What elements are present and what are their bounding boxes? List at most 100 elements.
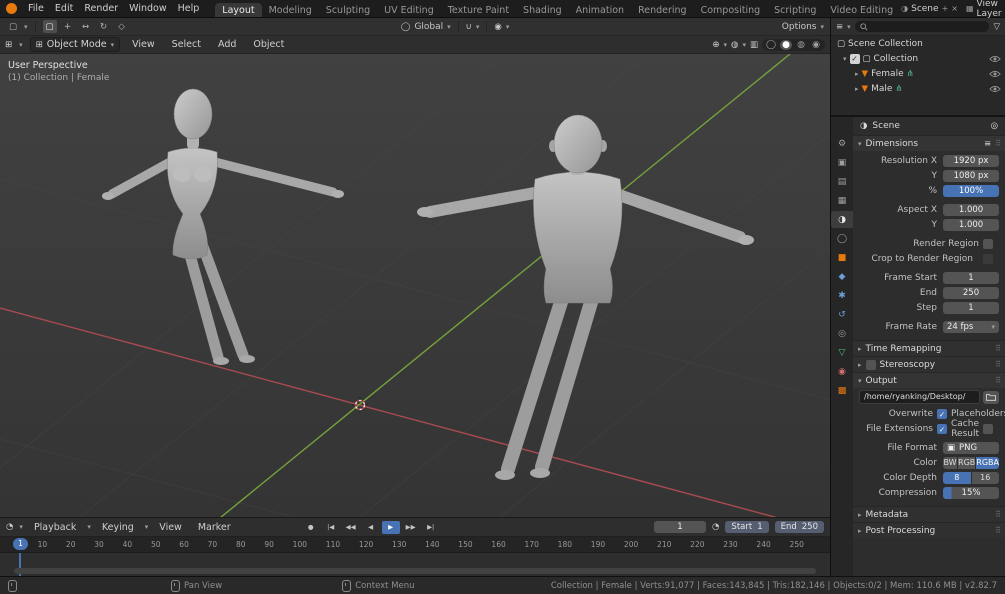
tool-scale-button[interactable]: ◇ [115, 20, 129, 33]
chevron-down-icon[interactable]: ▾ [447, 23, 451, 31]
drag-grip-icon[interactable]: ⠿ [995, 360, 1000, 369]
tab-uv-editing[interactable]: UV Editing [377, 3, 441, 17]
use-preview-range-icon[interactable]: ◔ [712, 522, 719, 532]
frame-start-field[interactable]: Start 1 [725, 521, 768, 533]
resolution-x-field[interactable]: 1920 px [943, 155, 999, 167]
shading-solid-icon[interactable]: ● [780, 40, 792, 50]
section-header-output[interactable]: ▾ Output ⠿ [853, 372, 1005, 388]
viewport-menu-view[interactable]: View [127, 38, 160, 51]
tab-scripting[interactable]: Scripting [767, 3, 823, 17]
color-rgb-button[interactable]: RGB [958, 457, 975, 469]
play-reverse-button[interactable]: ◀ [362, 521, 380, 534]
properties-tab-modifiers[interactable]: ◆ [831, 268, 853, 285]
properties-tab-texture[interactable]: ▩ [831, 382, 853, 399]
editor-type-chevron-icon[interactable]: ▾ [19, 41, 23, 49]
color-bw-button[interactable]: BW [943, 457, 957, 469]
overlays-icon[interactable]: ◍ [731, 40, 738, 50]
outliner-row-male[interactable]: ▸ ▼ Male ⋔ [831, 81, 1005, 96]
properties-tab-world[interactable]: ◯ [831, 230, 853, 247]
jump-to-end-button[interactable]: ▶| [422, 521, 440, 534]
menu-file[interactable]: File [23, 2, 49, 15]
male-visibility-eye-icon[interactable] [989, 85, 1001, 93]
compression-slider[interactable]: 15% [943, 487, 999, 499]
timeline-ruler[interactable]: 1 11020304050607080901001101201301401501… [0, 537, 830, 553]
frame-end-field[interactable]: End 250 [775, 521, 824, 533]
outliner-row-female[interactable]: ▸ ▼ Female ⋔ [831, 66, 1005, 81]
frame-end-prop-field[interactable]: 250 [943, 287, 999, 299]
properties-tab-render[interactable]: ▣ [831, 154, 853, 171]
file-extensions-checkbox[interactable]: ✓ [937, 424, 947, 434]
timeline-menu-view[interactable]: View [154, 521, 187, 534]
male-expand-icon[interactable]: ▸ [855, 85, 859, 93]
outliner-editor-chevron-icon[interactable]: ▾ [847, 23, 851, 31]
active-tool-dropdown-icon[interactable]: ▾ [24, 23, 28, 31]
tab-sculpting[interactable]: Sculpting [319, 3, 377, 17]
output-path-field[interactable]: /home/ryanking/Desktop/ [859, 390, 980, 404]
tool-select-box-button[interactable]: ▢ [43, 20, 57, 33]
frame-rate-dropdown[interactable]: 24 fps ▾ [943, 321, 999, 333]
collection-expand-icon[interactable]: ▾ [843, 55, 847, 63]
properties-tab-constraints[interactable]: ◎ [831, 325, 853, 342]
tool-rotate-button[interactable]: ↻ [97, 20, 111, 33]
proportional-dropdown-icon[interactable]: ▾ [506, 23, 510, 31]
filter-funnel-icon[interactable]: ▽ [993, 22, 1000, 32]
pin-icon[interactable]: ◎ [991, 121, 998, 131]
previous-keyframe-button[interactable]: ◀◀ [342, 521, 360, 534]
view-layer-selector[interactable]: ▦ View Layer + [966, 0, 1005, 19]
current-frame-field[interactable]: 1 [654, 521, 706, 533]
section-header-time-remapping[interactable]: ▸ Time Remapping ⠿ [853, 340, 1005, 356]
depth-16-button[interactable]: 16 [972, 472, 1000, 484]
drag-grip-icon[interactable]: ⠿ [995, 510, 1000, 519]
drag-grip-icon[interactable]: ⠿ [995, 344, 1000, 353]
drag-grip-icon[interactable]: ⠿ [995, 139, 1000, 148]
properties-tab-view-layer[interactable]: ▦ [831, 192, 853, 209]
cache-result-checkbox[interactable] [983, 424, 993, 434]
tab-layout[interactable]: Layout [215, 3, 261, 17]
active-tool-icon[interactable]: ▢ [6, 20, 20, 33]
shading-rendered-icon[interactable]: ◉ [810, 40, 822, 50]
properties-tab-object-data[interactable]: ▽ [831, 344, 853, 361]
unlink-scene-icon[interactable]: × [951, 4, 958, 13]
stereoscopy-checkbox[interactable] [866, 360, 876, 370]
next-keyframe-button[interactable]: ▶▶ [402, 521, 420, 534]
gizmo-icon[interactable]: ⊕ [712, 40, 719, 50]
properties-tab-physics[interactable]: ↺ [831, 306, 853, 323]
female-expand-icon[interactable]: ▸ [855, 70, 859, 78]
new-scene-icon[interactable]: + [942, 4, 949, 13]
timeline-menu-playback[interactable]: Playback [29, 521, 81, 534]
properties-tab-output[interactable]: ▤ [831, 173, 853, 190]
properties-tab-particles[interactable]: ✱ [831, 287, 853, 304]
snap-magnet-icon[interactable]: ∪ [466, 22, 472, 32]
tab-shading[interactable]: Shading [516, 3, 569, 17]
overwrite-checkbox[interactable]: ✓ [937, 409, 947, 419]
viewport-menu-object[interactable]: Object [248, 38, 289, 51]
timeline-menu-marker[interactable]: Marker [193, 521, 236, 534]
xray-toggle-icon[interactable]: ▥ [750, 40, 758, 50]
resolution-percent-slider[interactable]: 100% [943, 185, 999, 197]
menu-help[interactable]: Help [173, 2, 205, 15]
menu-edit[interactable]: Edit [50, 2, 78, 15]
shading-wireframe-icon[interactable]: ◯ [765, 40, 777, 50]
timeline-menu-keying[interactable]: Keying [97, 521, 139, 534]
properties-tab-material[interactable]: ◉ [831, 363, 853, 380]
metadata-collapse-icon[interactable]: ▸ [858, 511, 862, 519]
outliner-search-input[interactable] [855, 21, 990, 32]
section-header-metadata[interactable]: ▸ Metadata ⠿ [853, 506, 1005, 522]
tool-move-button[interactable]: ↔ [79, 20, 93, 33]
mode-dropdown[interactable]: ⊞ Object Mode ▾ [30, 37, 120, 52]
frame-start-prop-field[interactable]: 1 [943, 272, 999, 284]
time-remapping-collapse-icon[interactable]: ▸ [858, 345, 862, 353]
stereoscopy-collapse-icon[interactable]: ▸ [858, 361, 862, 369]
properties-tab-scene[interactable]: ◑ [831, 211, 853, 228]
female-model[interactable] [102, 89, 344, 365]
render-region-checkbox[interactable] [983, 239, 993, 249]
tab-rendering[interactable]: Rendering [631, 3, 694, 17]
options-chevron-icon[interactable]: ▾ [821, 23, 825, 31]
section-header-stereoscopy[interactable]: ▸ Stereoscopy ⠿ [853, 356, 1005, 372]
color-rgba-button[interactable]: RGBA [976, 457, 999, 469]
collection-visibility-eye-icon[interactable] [989, 55, 1001, 63]
aspect-x-field[interactable]: 1.000 [943, 204, 999, 216]
proportional-edit-icon[interactable]: ◉ [494, 22, 501, 32]
post-processing-collapse-icon[interactable]: ▸ [858, 527, 862, 535]
viewport-menu-select[interactable]: Select [167, 38, 206, 51]
